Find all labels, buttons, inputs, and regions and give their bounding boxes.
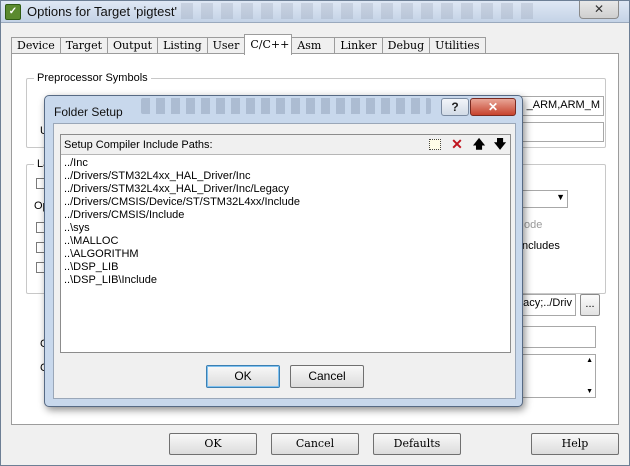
close-icon: ✕: [593, 2, 605, 16]
paths-header-label: Setup Compiler Include Paths:: [64, 139, 213, 151]
close-icon: ✕: [487, 100, 499, 114]
help-icon: ?: [451, 100, 459, 114]
tab-debug[interactable]: Debug: [381, 37, 431, 54]
tab-linker[interactable]: Linker: [334, 37, 383, 54]
preprocessor-label: Preprocessor Symbols: [34, 72, 151, 84]
list-item[interactable]: ..\ALGORITHM: [64, 248, 504, 261]
list-item[interactable]: ../Drivers/STM32L4xx_HAL_Driver/Inc/Lega…: [64, 183, 504, 196]
list-item[interactable]: ..\DSP_LIB: [64, 261, 504, 274]
help-button[interactable]: Help: [531, 433, 619, 455]
dialog-titlebar-blur: [141, 98, 431, 114]
app-icon: ✓: [5, 4, 21, 20]
window-close-button[interactable]: ✕: [579, 1, 619, 19]
move-down-button[interactable]: 🡇: [490, 136, 510, 153]
window-titlebar[interactable]: ✓ Options for Target 'pigtest' ✕: [1, 1, 629, 23]
ok-button[interactable]: OK: [169, 433, 257, 455]
tab-output[interactable]: Output: [107, 37, 159, 54]
tab-asm[interactable]: Asm: [291, 37, 336, 54]
tab-user[interactable]: User: [206, 37, 246, 54]
dialog-ok-button[interactable]: OK: [206, 365, 280, 388]
dialog-close-button[interactable]: ✕: [470, 98, 516, 116]
include-paths-list-box: Setup Compiler Include Paths: ✕ 🡅 🡇 ../I…: [60, 134, 511, 353]
path-list: ../Inc ../Drivers/STM32L4xx_HAL_Driver/I…: [64, 157, 504, 287]
tab-c-cpp[interactable]: C/C++: [244, 34, 293, 55]
arrow-down-icon: 🡇: [493, 137, 507, 151]
compiler-string-box[interactable]: ▲ ▼: [512, 354, 596, 398]
move-up-button[interactable]: 🡅: [469, 136, 489, 153]
new-folder-button[interactable]: [425, 136, 445, 153]
define-value: _ARM,ARM_M: [526, 99, 600, 111]
cancel-button[interactable]: Cancel: [271, 433, 359, 455]
tab-listing[interactable]: Listing: [157, 37, 208, 54]
misc-controls-input[interactable]: [512, 326, 596, 348]
dialog-body: Setup Compiler Include Paths: ✕ 🡅 🡇 ../I…: [53, 123, 516, 399]
arrow-up-icon: 🡅: [472, 137, 486, 151]
tab-target[interactable]: Target: [59, 37, 109, 54]
faded-option-text: ode: [524, 219, 543, 231]
new-folder-icon: [429, 139, 441, 150]
delete-path-button[interactable]: ✕: [447, 136, 467, 153]
paths-header: Setup Compiler Include Paths: ✕ 🡅 🡇: [61, 135, 510, 155]
tab-utilities[interactable]: Utilities: [429, 37, 486, 54]
list-item[interactable]: ../Drivers/CMSIS/Include: [64, 209, 504, 222]
delete-icon: ✕: [451, 136, 463, 152]
tab-strip: Device Target Output Listing User C/C++ …: [11, 34, 486, 55]
include-paths-browse-button[interactable]: ...: [580, 294, 600, 316]
list-item[interactable]: ../Drivers/STM32L4xx_HAL_Driver/Inc: [64, 170, 504, 183]
titlebar-blur: [181, 3, 541, 19]
dialog-cancel-button[interactable]: Cancel: [290, 365, 364, 388]
list-item[interactable]: ..\DSP_LIB\Include: [64, 274, 504, 287]
scroll-up-icon[interactable]: ▲: [586, 357, 593, 364]
dialog-help-button[interactable]: ?: [441, 98, 469, 116]
folder-setup-dialog: Folder Setup ? ✕ Setup Compiler Include …: [44, 95, 523, 407]
dialog-title: Folder Setup: [54, 105, 123, 119]
list-item[interactable]: ../Drivers/CMSIS/Device/ST/STM32L4xx/Inc…: [64, 196, 504, 209]
chevron-down-icon: ▼: [556, 192, 565, 202]
includes-option-text: ncludes: [522, 240, 560, 252]
defaults-button[interactable]: Defaults: [373, 433, 461, 455]
list-item[interactable]: ..\MALLOC: [64, 235, 504, 248]
scroll-down-icon[interactable]: ▼: [586, 388, 593, 395]
include-paths-value: acy;../Driv: [523, 297, 572, 309]
window-title: Options for Target 'pigtest': [27, 4, 177, 19]
tab-device[interactable]: Device: [11, 37, 61, 54]
list-item[interactable]: ..\sys: [64, 222, 504, 235]
list-item[interactable]: ../Inc: [64, 157, 504, 170]
